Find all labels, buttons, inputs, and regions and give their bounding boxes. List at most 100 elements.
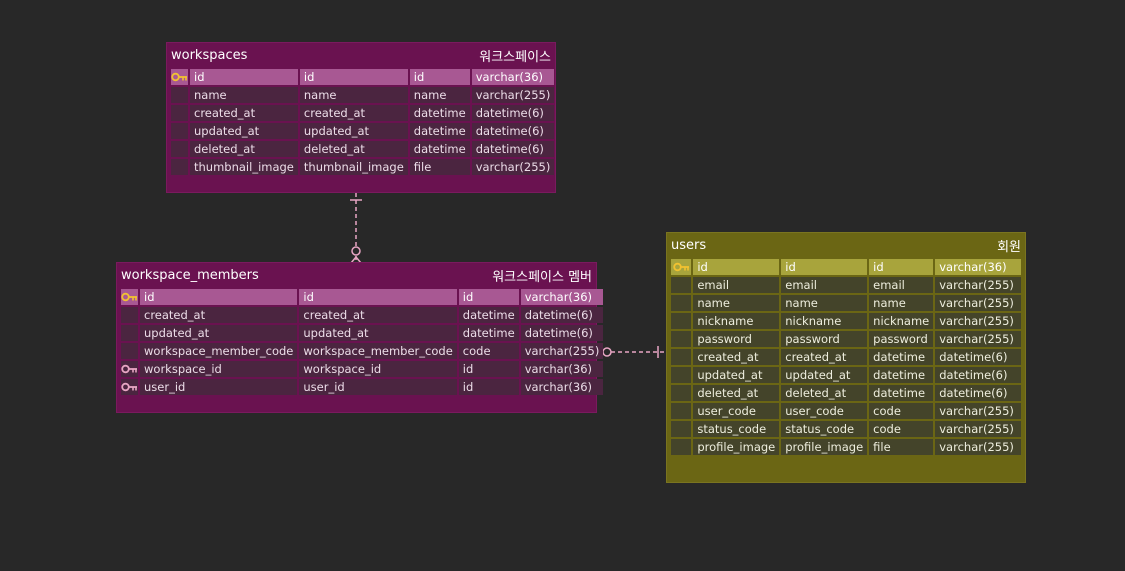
table-name: users (671, 237, 707, 253)
column-row[interactable]: updated_at updated_at datetime datetime(6) (171, 123, 555, 139)
table-comment: 워크스페이스 멤버 (492, 269, 592, 285)
column-logical: user_code (781, 403, 868, 419)
column-domain: code (458, 343, 519, 359)
column-domain: datetime (409, 105, 470, 121)
table-name: workspace_members (121, 267, 259, 283)
column-logical: created_at (299, 307, 457, 323)
key-cell (121, 307, 138, 323)
key-cell (171, 69, 188, 85)
column-logical: updated_at (781, 367, 868, 383)
column-row[interactable]: user_id user_id id varchar(36) (121, 379, 604, 395)
column-logical: status_code (781, 421, 868, 437)
column-physical: created_at (140, 307, 298, 323)
column-domain: name (409, 87, 470, 103)
key-cell (121, 325, 138, 341)
column-physical: workspace_id (140, 361, 298, 377)
column-row[interactable]: profile_image profile_image file varchar(25… (671, 439, 1021, 455)
column-row[interactable]: id id id varchar(36) (171, 69, 555, 85)
column-row[interactable]: email email email varchar(255) (671, 277, 1021, 293)
column-logical: id (299, 289, 457, 305)
key-cell (671, 439, 692, 455)
foreign-key-icon (121, 382, 137, 392)
primary-key-icon (672, 262, 689, 272)
column-domain: nickname (869, 313, 934, 329)
column-type: varchar(36) (520, 361, 604, 377)
entity-workspaces[interactable]: workspaces 워크스페이스 id id id varchar(36) name n… (166, 42, 556, 193)
column-physical: created_at (190, 105, 298, 121)
column-type: datetime(6) (471, 123, 555, 139)
column-logical: updated_at (299, 325, 457, 341)
column-row[interactable]: deleted_at deleted_at datetime datetime(6) (671, 385, 1021, 401)
column-row[interactable]: deleted_at deleted_at datetime datetime(6) (171, 141, 555, 157)
key-cell (671, 259, 692, 275)
column-type: varchar(255) (935, 277, 1021, 293)
column-physical: deleted_at (693, 385, 780, 401)
column-type: varchar(36) (471, 69, 555, 85)
column-domain: code (869, 403, 934, 419)
column-row[interactable]: password password password varchar(255) (671, 331, 1021, 347)
column-row[interactable]: nickname nickname nickname varchar(255) (671, 313, 1021, 329)
entity-users[interactable]: users 회원 id id id varchar(36) email email emai… (666, 232, 1026, 483)
key-cell (671, 313, 692, 329)
column-type: datetime(6) (520, 325, 604, 341)
key-cell (171, 123, 188, 139)
primary-key-icon (121, 292, 137, 302)
column-domain: id (458, 361, 519, 377)
column-row[interactable]: workspace_member_code workspace_member_co… (121, 343, 604, 359)
key-cell (671, 367, 692, 383)
entity-header[interactable]: workspace_members 워크스페이스 멤버 (117, 263, 596, 287)
column-row[interactable]: workspace_id workspace_id id varchar(36) (121, 361, 604, 377)
primary-key-icon (171, 72, 187, 82)
key-cell (121, 361, 138, 377)
relationship-users-members[interactable] (595, 346, 665, 358)
column-logical: password (781, 331, 868, 347)
column-domain: password (869, 331, 934, 347)
column-type: datetime(6) (935, 349, 1021, 365)
column-domain: id (458, 289, 519, 305)
column-physical: user_code (693, 403, 780, 419)
column-domain: datetime (869, 367, 934, 383)
column-row[interactable]: created_at created_at datetime datetime(6) (671, 349, 1021, 365)
key-cell (171, 105, 188, 121)
column-logical: thumbnail_image (299, 159, 408, 175)
key-cell (671, 295, 692, 311)
column-physical: thumbnail_image (190, 159, 298, 175)
column-physical: name (190, 87, 298, 103)
column-physical: id (190, 69, 298, 85)
table-comment: 워크스페이스 (479, 49, 551, 65)
column-row[interactable]: user_code user_code code varchar(255) (671, 403, 1021, 419)
column-type: datetime(6) (935, 367, 1021, 383)
column-type: datetime(6) (471, 141, 555, 157)
column-row[interactable]: thumbnail_image thumbnail_image file varcha… (171, 159, 555, 175)
column-row[interactable]: updated_at updated_at datetime datetime(6) (671, 367, 1021, 383)
column-logical: workspace_member_code (299, 343, 457, 359)
column-domain: file (409, 159, 470, 175)
column-row[interactable]: id id id varchar(36) (671, 259, 1021, 275)
column-type: datetime(6) (520, 307, 604, 323)
column-physical: id (693, 259, 780, 275)
column-row[interactable]: updated_at updated_at datetime datetime(6) (121, 325, 604, 341)
column-physical: updated_at (190, 123, 298, 139)
column-type: datetime(6) (935, 385, 1021, 401)
column-logical: id (781, 259, 868, 275)
relationship-workspaces-members[interactable] (350, 193, 362, 264)
column-row[interactable]: name name name varchar(255) (171, 87, 555, 103)
column-logical: workspace_id (299, 361, 457, 377)
table-comment: 회원 (997, 239, 1021, 255)
column-type: varchar(255) (935, 421, 1021, 437)
column-row[interactable]: name name name varchar(255) (671, 295, 1021, 311)
column-logical: email (781, 277, 868, 293)
table-name: workspaces (171, 47, 248, 63)
key-cell (171, 141, 188, 157)
column-row[interactable]: id id id varchar(36) (121, 289, 604, 305)
entity-workspace-members[interactable]: workspace_members 워크스페이스 멤버 id id id varcha… (116, 262, 604, 413)
entity-header[interactable]: workspaces 워크스페이스 (167, 43, 555, 67)
column-row[interactable]: status_code status_code code varchar(255) (671, 421, 1021, 437)
entity-header[interactable]: users 회원 (667, 233, 1025, 257)
column-domain: id (869, 259, 934, 275)
column-logical: deleted_at (781, 385, 868, 401)
column-type: varchar(255) (471, 159, 555, 175)
column-row[interactable]: created_at created_at datetime datetime(6) (171, 105, 555, 121)
key-cell (671, 277, 692, 293)
column-row[interactable]: created_at created_at datetime datetime(6) (121, 307, 604, 323)
